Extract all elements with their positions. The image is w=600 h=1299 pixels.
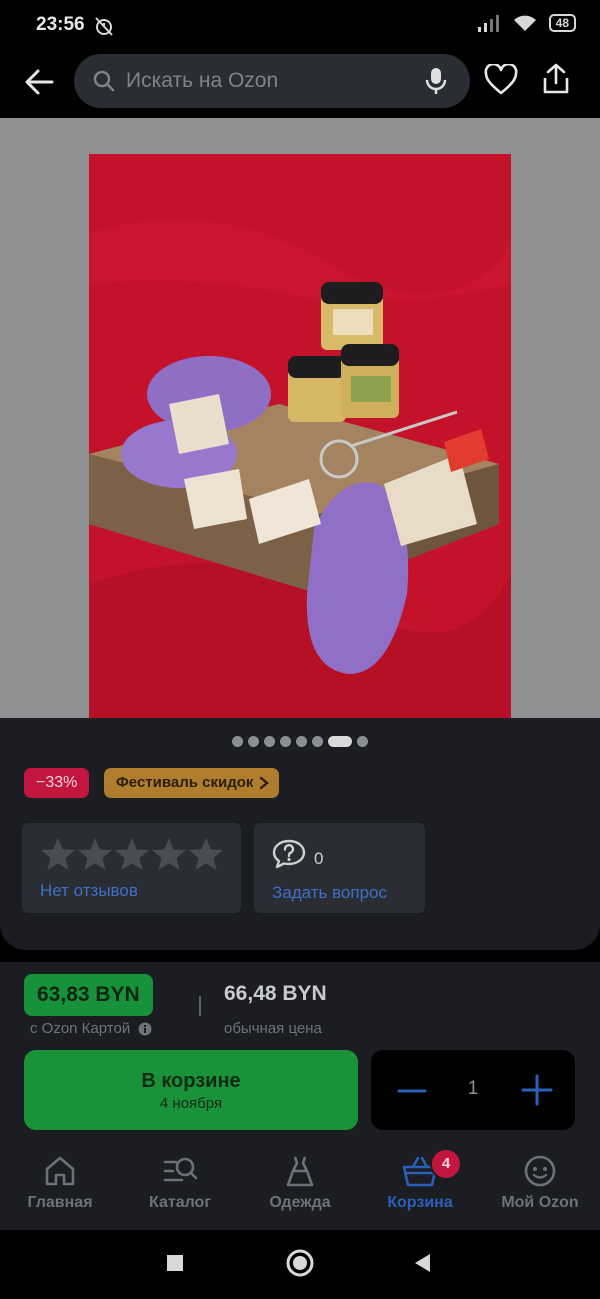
price-divider [199, 996, 201, 1016]
bottom-navigation: Главная Каталог Одежда 4 Корзина Мой Ozo… [0, 1142, 600, 1230]
nav-home-label: Главная [27, 1194, 93, 1211]
gallery-dot[interactable] [296, 736, 307, 747]
in-cart-title: В корзине [141, 1070, 241, 1092]
smiley-profile-icon [524, 1155, 556, 1187]
alarm-off-icon [95, 17, 113, 36]
gallery-dot[interactable] [312, 736, 323, 747]
favorite-button[interactable] [484, 62, 518, 101]
info-icon[interactable] [138, 1022, 152, 1036]
signal-icon [477, 15, 499, 32]
product-image [89, 154, 511, 718]
arrow-left-icon [25, 69, 54, 95]
delivery-date: 4 ноября [159, 1095, 223, 1112]
search-bar[interactable] [74, 54, 470, 108]
search-input[interactable] [126, 54, 416, 108]
ozon-card-note-label: с Ozon Картой [30, 1020, 131, 1037]
rating-stars [40, 837, 224, 871]
search-icon [93, 70, 115, 92]
question-bubble-icon [272, 839, 306, 869]
back-triangle-icon[interactable] [412, 1252, 434, 1274]
product-gallery[interactable] [0, 118, 600, 718]
system-navigation-bar [0, 1230, 600, 1299]
top-bar [0, 48, 600, 118]
star-icon [41, 838, 75, 870]
nav-cart-label: Корзина [387, 1194, 453, 1211]
regular-price-note: обычная цена [224, 1020, 322, 1037]
home-icon [45, 1156, 75, 1186]
status-bar: 23:56 48 [0, 0, 600, 48]
star-icon [78, 838, 112, 870]
nav-profile[interactable]: Мой Ozon [480, 1154, 600, 1212]
star-icon [152, 838, 186, 870]
chevron-right-icon [260, 776, 270, 790]
no-reviews-link[interactable]: Нет отзывов [40, 881, 138, 901]
plus-icon[interactable] [521, 1074, 553, 1106]
catalog-search-icon [163, 1157, 198, 1182]
product-info-card: −33% Фестиваль скидок Нет отзывов 0 Зада… [0, 718, 600, 950]
share-button[interactable] [540, 62, 572, 101]
regular-price: 66,48 BYN [224, 982, 327, 1005]
status-time: 23:56 [36, 14, 85, 35]
gallery-pagination [0, 736, 600, 747]
gallery-dot[interactable] [248, 736, 259, 747]
star-icon [189, 838, 223, 870]
gallery-dot[interactable] [280, 736, 291, 747]
nav-profile-label: Мой Ozon [501, 1194, 579, 1211]
home-circle-icon[interactable] [285, 1248, 315, 1278]
questions-block[interactable]: 0 Задать вопрос [254, 823, 425, 913]
ask-question-link[interactable]: Задать вопрос [272, 883, 387, 903]
recents-square-icon[interactable] [165, 1253, 185, 1273]
gallery-dot-active[interactable] [328, 736, 352, 747]
discount-badge: −33% [24, 768, 90, 798]
status-indicators: 48 [477, 14, 576, 32]
dress-icon [286, 1156, 314, 1187]
gallery-dot[interactable] [357, 736, 368, 747]
wifi-icon [513, 15, 536, 31]
nav-clothes-label: Одежда [269, 1194, 331, 1211]
nav-catalog[interactable]: Каталог [120, 1154, 240, 1212]
gallery-dot[interactable] [264, 736, 275, 747]
nav-home[interactable]: Главная [0, 1154, 120, 1212]
heart-icon [484, 62, 518, 95]
minus-icon[interactable] [397, 1076, 427, 1106]
in-cart-button[interactable]: В корзине 4 ноября [24, 1050, 358, 1130]
product-photo[interactable] [89, 154, 511, 718]
ozon-card-note: с Ozon Картой [30, 1020, 152, 1037]
reviews-block[interactable]: Нет отзывов [22, 823, 241, 913]
nav-clothes[interactable]: Одежда [240, 1154, 360, 1212]
ozon-card-price: 63,83 BYN [24, 974, 153, 1016]
nav-cart[interactable]: 4 Корзина [360, 1148, 480, 1212]
gallery-dot[interactable] [232, 736, 243, 747]
battery-indicator: 48 [548, 14, 576, 32]
star-icon [115, 838, 149, 870]
cart-count-badge: 4 [430, 1148, 462, 1180]
questions-count: 0 [314, 849, 324, 868]
quantity-stepper: 1 [371, 1050, 575, 1130]
microphone-icon[interactable] [424, 66, 448, 96]
festival-badge[interactable]: Фестиваль скидок [104, 768, 280, 798]
nav-catalog-label: Каталог [149, 1194, 211, 1211]
price-bar: 63,83 BYN с Ozon Картой 66,48 BYN обычна… [0, 962, 600, 1142]
share-icon [543, 63, 569, 94]
quantity-value: 1 [467, 1078, 479, 1099]
back-button[interactable] [22, 64, 62, 100]
festival-badge-label: Фестиваль скидок [116, 774, 254, 791]
